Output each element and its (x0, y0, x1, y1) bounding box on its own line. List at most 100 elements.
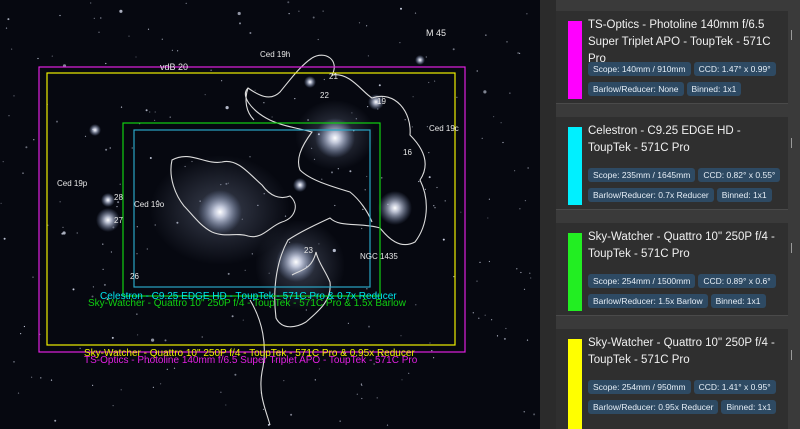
star-label-26: 26 (130, 272, 139, 281)
faint-star (149, 157, 152, 159)
faint-star (231, 315, 234, 318)
faint-star (169, 116, 171, 118)
faint-star (154, 119, 156, 121)
faint-star (72, 288, 75, 291)
faint-star (491, 319, 493, 321)
bright-star (415, 55, 425, 65)
faint-star (112, 405, 114, 407)
faint-star (146, 248, 148, 250)
panel-scrollbar[interactable] (790, 0, 800, 429)
faint-star (234, 373, 237, 376)
faint-star (481, 137, 483, 139)
faint-star (533, 413, 536, 416)
object-label-m45: M 45 (426, 28, 447, 38)
faint-star (526, 13, 528, 15)
faint-star (40, 377, 42, 379)
faint-star (453, 276, 455, 278)
faint-star (62, 226, 64, 228)
faint-star (84, 135, 87, 137)
faint-star (298, 10, 300, 12)
faint-star (476, 70, 478, 72)
faint-star (283, 380, 285, 382)
card-title: Celestron - C9.25 EDGE HD - ToupTek - 57… (588, 125, 741, 154)
color-swatch (568, 339, 582, 429)
faint-star (249, 32, 252, 34)
faint-star (254, 89, 256, 91)
faint-star (361, 227, 363, 230)
faint-star (271, 116, 273, 118)
equipment-card[interactable]: Sky-Watcher - Quattro 10" 250P f/4 - Tou… (556, 223, 788, 316)
faint-star (484, 314, 486, 316)
faint-star (493, 116, 495, 118)
binned-chip: Binned: 1x1 (710, 294, 766, 308)
faint-star (408, 372, 410, 374)
faint-star (434, 80, 436, 82)
barlow-chip: Barlow/Reducer: 1.5x Barlow (588, 294, 708, 308)
star-label-16: 16 (403, 148, 412, 157)
equipment-card[interactable]: Celestron - C9.25 EDGE HD - ToupTek - 57… (556, 117, 788, 210)
faint-star (317, 38, 319, 41)
faint-star (431, 350, 433, 352)
scroll-marker (791, 138, 798, 148)
star-label-28: 28 (114, 193, 123, 202)
star-label-19: 19 (377, 97, 386, 106)
faint-star (366, 25, 368, 27)
card-specs: Scope: 254mm / 1500mm CCD: 0.89° x 0.6° B… (588, 271, 788, 311)
scope-chip: Scope: 140mm / 910mm (588, 62, 691, 76)
faint-star (137, 334, 139, 336)
faint-star (523, 288, 526, 290)
barlow-chip: Barlow/Reducer: None (588, 82, 684, 96)
faint-star (98, 31, 100, 33)
faint-star (381, 177, 383, 179)
scope-chip: Scope: 254mm / 1500mm (588, 274, 696, 288)
card-specs: Scope: 254mm / 950mm CCD: 1.41° x 0.95° B… (588, 377, 788, 417)
object-label-ced19o: Ced 19o (134, 200, 165, 209)
bright-star (101, 193, 115, 207)
faint-star (424, 188, 426, 190)
faint-star (136, 313, 138, 315)
object-label-ngc1435: NGC 1435 (360, 252, 398, 261)
faint-star (487, 217, 489, 219)
faint-star (136, 253, 138, 255)
faint-star (210, 69, 212, 71)
faint-star (290, 413, 293, 416)
faint-star (33, 139, 35, 141)
object-label-ced19p: Ced 19p (57, 179, 88, 188)
object-label-ced19h: Ced 19h (260, 50, 291, 59)
faint-star (478, 317, 480, 319)
faint-star (128, 35, 130, 37)
card-specs: Scope: 235mm / 1645mm CCD: 0.82° x 0.55° … (588, 165, 788, 205)
faint-star (262, 408, 265, 410)
faint-star (364, 189, 366, 191)
faint-star (166, 368, 168, 370)
equipment-list-panel[interactable]: TS-Optics - Photoline 140mm f/6.5 Super … (556, 0, 800, 429)
equipment-card[interactable]: Sky-Watcher - Quattro 10" 250P f/4 - Tou… (556, 329, 788, 429)
star-label-27: 27 (114, 216, 123, 225)
faint-star (110, 251, 112, 253)
faint-star (517, 52, 519, 54)
color-swatch (568, 233, 582, 311)
sky-chart-view[interactable]: M 45 Ced 19h vdB 20 Ced 19c Ced 19p Ced … (0, 0, 540, 429)
faint-star (312, 16, 315, 19)
faint-star (204, 94, 206, 96)
faint-star (529, 272, 531, 274)
faint-star (50, 379, 53, 381)
faint-star (376, 397, 378, 399)
faint-star (131, 147, 133, 149)
faint-star (244, 269, 246, 271)
equipment-card[interactable]: TS-Optics - Photoline 140mm f/6.5 Super … (556, 11, 788, 104)
faint-star (161, 38, 163, 40)
faint-star (119, 9, 123, 13)
faint-star (358, 22, 361, 24)
scope-chip: Scope: 254mm / 950mm (588, 380, 691, 394)
faint-star (323, 78, 325, 81)
binned-chip: Binned: 1x1 (686, 82, 742, 96)
faint-star (239, 22, 241, 25)
faint-star (116, 206, 118, 208)
faint-star (13, 95, 15, 97)
card-specs: Scope: 140mm / 910mm CCD: 1.47° x 0.99° B… (588, 59, 788, 99)
faint-star (527, 167, 529, 169)
bright-star (293, 178, 307, 192)
faint-star (378, 84, 381, 87)
faint-star (425, 56, 427, 58)
